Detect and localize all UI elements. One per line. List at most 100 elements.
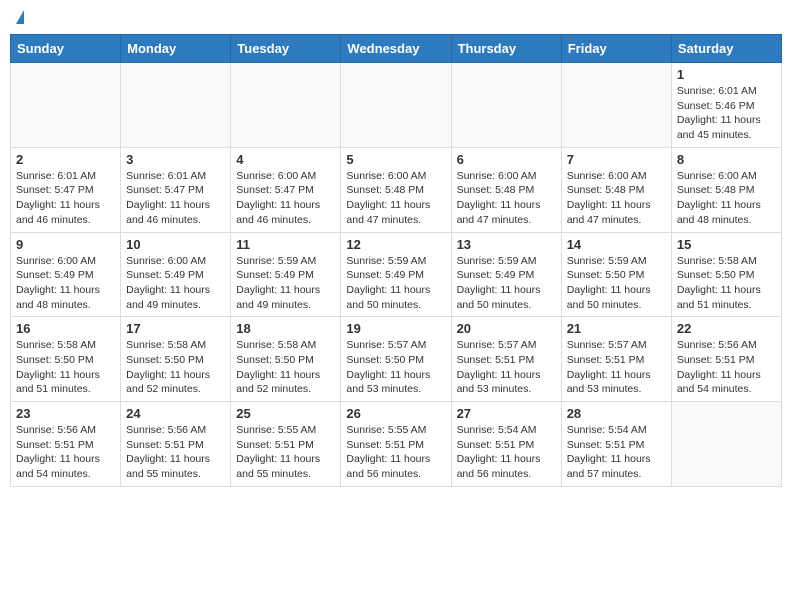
calendar-week-4: 23 Sunrise: 5:56 AM Sunset: 5:51 PM Dayli… [11, 402, 782, 487]
day-info: Sunrise: 6:00 AM Sunset: 5:49 PM Dayligh… [16, 254, 115, 313]
day-info: Sunrise: 5:55 AM Sunset: 5:51 PM Dayligh… [236, 423, 335, 482]
day-info: Sunrise: 5:58 AM Sunset: 5:50 PM Dayligh… [677, 254, 776, 313]
calendar-cell [11, 63, 121, 148]
day-number: 13 [457, 237, 556, 252]
day-number: 9 [16, 237, 115, 252]
day-info: Sunrise: 5:59 AM Sunset: 5:49 PM Dayligh… [346, 254, 445, 313]
day-info: Sunrise: 5:56 AM Sunset: 5:51 PM Dayligh… [16, 423, 115, 482]
day-number: 20 [457, 321, 556, 336]
day-info: Sunrise: 6:01 AM Sunset: 5:47 PM Dayligh… [16, 169, 115, 228]
day-number: 4 [236, 152, 335, 167]
day-info: Sunrise: 6:00 AM Sunset: 5:48 PM Dayligh… [457, 169, 556, 228]
calendar-cell: 18 Sunrise: 5:58 AM Sunset: 5:50 PM Dayli… [231, 317, 341, 402]
calendar-cell: 6Sunrise: 6:00 AM Sunset: 5:48 PM Daylig… [451, 147, 561, 232]
weekday-header-monday: Monday [121, 35, 231, 63]
calendar-cell [451, 63, 561, 148]
calendar-week-0: 1 Sunrise: 6:01 AM Sunset: 5:46 PM Daylig… [11, 63, 782, 148]
calendar-cell: 9 Sunrise: 6:00 AM Sunset: 5:49 PM Daylig… [11, 232, 121, 317]
day-info: Sunrise: 5:58 AM Sunset: 5:50 PM Dayligh… [236, 338, 335, 397]
day-number: 14 [567, 237, 666, 252]
calendar-table: SundayMondayTuesdayWednesdayThursdayFrid… [10, 34, 782, 487]
day-info: Sunrise: 5:57 AM Sunset: 5:51 PM Dayligh… [567, 338, 666, 397]
weekday-header-thursday: Thursday [451, 35, 561, 63]
weekday-header-sunday: Sunday [11, 35, 121, 63]
day-number: 12 [346, 237, 445, 252]
calendar-header-row: SundayMondayTuesdayWednesdayThursdayFrid… [11, 35, 782, 63]
day-info: Sunrise: 5:59 AM Sunset: 5:50 PM Dayligh… [567, 254, 666, 313]
calendar-cell: 23 Sunrise: 5:56 AM Sunset: 5:51 PM Dayli… [11, 402, 121, 487]
day-number: 7 [567, 152, 666, 167]
day-number: 26 [346, 406, 445, 421]
day-number: 28 [567, 406, 666, 421]
weekday-header-wednesday: Wednesday [341, 35, 451, 63]
calendar-cell: 27 Sunrise: 5:54 AM Sunset: 5:51 PM Dayli… [451, 402, 561, 487]
calendar-cell: 8 Sunrise: 6:00 AM Sunset: 5:48 PM Daylig… [671, 147, 781, 232]
calendar-cell: 5 Sunrise: 6:00 AM Sunset: 5:48 PM Daylig… [341, 147, 451, 232]
day-info: Sunrise: 5:57 AM Sunset: 5:51 PM Dayligh… [457, 338, 556, 397]
day-info: Sunrise: 6:00 AM Sunset: 5:49 PM Dayligh… [126, 254, 225, 313]
day-number: 11 [236, 237, 335, 252]
day-number: 17 [126, 321, 225, 336]
day-number: 5 [346, 152, 445, 167]
day-number: 19 [346, 321, 445, 336]
calendar-cell [121, 63, 231, 148]
day-info: Sunrise: 5:54 AM Sunset: 5:51 PM Dayligh… [457, 423, 556, 482]
calendar-cell: 26 Sunrise: 5:55 AM Sunset: 5:51 PM Dayli… [341, 402, 451, 487]
logo-triangle-icon [16, 10, 24, 24]
day-info: Sunrise: 6:00 AM Sunset: 5:48 PM Dayligh… [346, 169, 445, 228]
day-number: 21 [567, 321, 666, 336]
day-info: Sunrise: 5:57 AM Sunset: 5:50 PM Dayligh… [346, 338, 445, 397]
day-number: 24 [126, 406, 225, 421]
calendar-cell [231, 63, 341, 148]
day-number: 8 [677, 152, 776, 167]
weekday-header-saturday: Saturday [671, 35, 781, 63]
day-number: 22 [677, 321, 776, 336]
day-info: Sunrise: 5:56 AM Sunset: 5:51 PM Dayligh… [677, 338, 776, 397]
calendar-cell: 12 Sunrise: 5:59 AM Sunset: 5:49 PM Dayli… [341, 232, 451, 317]
calendar-cell: 21 Sunrise: 5:57 AM Sunset: 5:51 PM Dayli… [561, 317, 671, 402]
calendar-cell: 25Sunrise: 5:55 AM Sunset: 5:51 PM Dayli… [231, 402, 341, 487]
day-info: Sunrise: 6:00 AM Sunset: 5:48 PM Dayligh… [567, 169, 666, 228]
calendar-cell: 28 Sunrise: 5:54 AM Sunset: 5:51 PM Dayli… [561, 402, 671, 487]
day-info: Sunrise: 6:01 AM Sunset: 5:46 PM Dayligh… [677, 84, 776, 143]
day-info: Sunrise: 5:59 AM Sunset: 5:49 PM Dayligh… [457, 254, 556, 313]
calendar-cell [671, 402, 781, 487]
calendar-cell: 10Sunrise: 6:00 AM Sunset: 5:49 PM Dayli… [121, 232, 231, 317]
calendar-cell [561, 63, 671, 148]
calendar-week-2: 9 Sunrise: 6:00 AM Sunset: 5:49 PM Daylig… [11, 232, 782, 317]
day-number: 1 [677, 67, 776, 82]
calendar-cell: 24 Sunrise: 5:56 AM Sunset: 5:51 PM Dayli… [121, 402, 231, 487]
calendar-cell: 17 Sunrise: 5:58 AM Sunset: 5:50 PM Dayli… [121, 317, 231, 402]
day-number: 23 [16, 406, 115, 421]
calendar-cell: 14 Sunrise: 5:59 AM Sunset: 5:50 PM Dayli… [561, 232, 671, 317]
day-number: 2 [16, 152, 115, 167]
day-number: 3 [126, 152, 225, 167]
day-info: Sunrise: 5:55 AM Sunset: 5:51 PM Dayligh… [346, 423, 445, 482]
day-info: Sunrise: 5:58 AM Sunset: 5:50 PM Dayligh… [16, 338, 115, 397]
calendar-cell: 11 Sunrise: 5:59 AM Sunset: 5:49 PM Dayli… [231, 232, 341, 317]
day-number: 15 [677, 237, 776, 252]
calendar-week-1: 2 Sunrise: 6:01 AM Sunset: 5:47 PM Daylig… [11, 147, 782, 232]
calendar-cell: 1 Sunrise: 6:01 AM Sunset: 5:46 PM Daylig… [671, 63, 781, 148]
calendar-cell: 20 Sunrise: 5:57 AM Sunset: 5:51 PM Dayli… [451, 317, 561, 402]
day-info: Sunrise: 5:56 AM Sunset: 5:51 PM Dayligh… [126, 423, 225, 482]
weekday-header-friday: Friday [561, 35, 671, 63]
day-info: Sunrise: 5:54 AM Sunset: 5:51 PM Dayligh… [567, 423, 666, 482]
day-info: Sunrise: 5:59 AM Sunset: 5:49 PM Dayligh… [236, 254, 335, 313]
calendar-cell: 13 Sunrise: 5:59 AM Sunset: 5:49 PM Dayli… [451, 232, 561, 317]
calendar-cell: 4 Sunrise: 6:00 AM Sunset: 5:47 PM Daylig… [231, 147, 341, 232]
day-info: Sunrise: 6:01 AM Sunset: 5:47 PM Dayligh… [126, 169, 225, 228]
calendar-cell: 2 Sunrise: 6:01 AM Sunset: 5:47 PM Daylig… [11, 147, 121, 232]
calendar-week-3: 16 Sunrise: 5:58 AM Sunset: 5:50 PM Dayli… [11, 317, 782, 402]
day-info: Sunrise: 6:00 AM Sunset: 5:47 PM Dayligh… [236, 169, 335, 228]
day-info: Sunrise: 6:00 AM Sunset: 5:48 PM Dayligh… [677, 169, 776, 228]
page-header [10, 10, 782, 26]
day-number: 18 [236, 321, 335, 336]
day-info: Sunrise: 5:58 AM Sunset: 5:50 PM Dayligh… [126, 338, 225, 397]
calendar-cell: 16 Sunrise: 5:58 AM Sunset: 5:50 PM Dayli… [11, 317, 121, 402]
logo [14, 10, 24, 26]
calendar-cell: 22 Sunrise: 5:56 AM Sunset: 5:51 PM Dayli… [671, 317, 781, 402]
day-number: 16 [16, 321, 115, 336]
day-number: 27 [457, 406, 556, 421]
calendar-cell: 7 Sunrise: 6:00 AM Sunset: 5:48 PM Daylig… [561, 147, 671, 232]
